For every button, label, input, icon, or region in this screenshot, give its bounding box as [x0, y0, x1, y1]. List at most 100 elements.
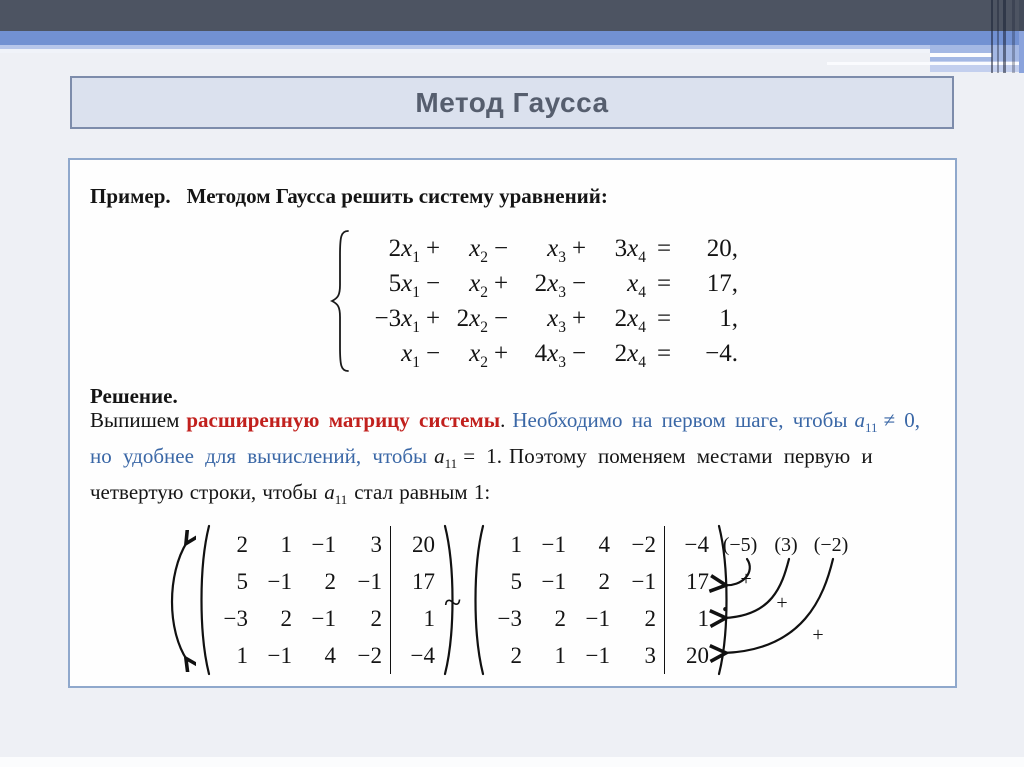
- equation-cell: −: [425, 340, 441, 367]
- matrix-cell: 20: [390, 526, 442, 563]
- header-right-white-line: [930, 53, 992, 57]
- matrix-cell: 4: [598, 532, 611, 557]
- header-vertical-stripe: [1019, 0, 1024, 31]
- matrix-cell: 2: [324, 569, 337, 594]
- header-stripe-white: [0, 49, 950, 53]
- matrix-cell: 1: [390, 600, 442, 637]
- equation-cell: +: [571, 305, 587, 332]
- matrix-cell: 3: [370, 532, 383, 557]
- equation-cell: +: [571, 235, 587, 262]
- math-a11: a11: [434, 444, 458, 472]
- matrix-cell: −4: [390, 637, 442, 674]
- row-operation-arrows: [700, 557, 835, 692]
- header-vertical-stripe: [997, 0, 999, 73]
- equation-cell: 1,: [719, 305, 738, 332]
- footer-strip: [0, 757, 1024, 767]
- left-paren-icon: [474, 524, 485, 676]
- equation-cell: −: [493, 305, 509, 332]
- matrix-cell: −3: [497, 606, 522, 631]
- augmented-matrix-1: 2 1 −1 3 20 5 −1 2 −1 17 −3 2 −1 2 1 1 −1 4 −2 −4: [194, 522, 460, 678]
- header-blue-bar: [0, 31, 1024, 45]
- matrix-cell: −1: [585, 643, 610, 668]
- equation-cell: −: [493, 235, 509, 262]
- matrix-cell: 2: [280, 606, 293, 631]
- equation-cell: =: [656, 270, 672, 297]
- matrix-cell: 1: [236, 643, 249, 668]
- equation-system: 2x1 + x2− x3 +3x4 = 20, 5x1− x2 +2x3− x4 = 17, −3x1 +2…: [328, 228, 738, 374]
- equation-cell: +: [493, 270, 509, 297]
- content-panel: Пример. Методом Гаусса решить систему ура…: [68, 158, 957, 688]
- header-right-white-line-2: [827, 62, 1024, 65]
- math-condition: = 1.: [463, 444, 503, 468]
- equation-cell: x1: [401, 340, 420, 371]
- row-swap-arrow: [170, 530, 196, 672]
- matrix-cell: −1: [541, 569, 566, 594]
- matrix-cell: −3: [223, 606, 248, 631]
- matrix-cell: 1: [510, 532, 523, 557]
- solution-label: Решение.: [90, 384, 178, 408]
- equation-cell: +: [493, 340, 509, 367]
- matrix-cell: 17: [390, 563, 442, 600]
- equation-cell: 17,: [706, 270, 738, 297]
- text-black: стал равным 1:: [354, 480, 491, 504]
- equation-cell: 20,: [706, 235, 738, 262]
- example-task-text: Методом Гаусса решить систему уравнений:: [186, 184, 608, 208]
- matrix-cell: 1: [554, 643, 567, 668]
- equation-cell: =: [656, 305, 672, 332]
- matrix-cell: 2: [598, 569, 611, 594]
- equation-row: 2x1 + x2− x3 +3x4 = 20,: [360, 231, 738, 266]
- header-vertical-stripe: [1019, 31, 1024, 73]
- equation-cell: −4.: [705, 340, 738, 367]
- equation-cell: 2x4: [614, 340, 646, 371]
- equation-cell: x2: [469, 340, 488, 371]
- equation-cell: 4x3: [534, 340, 566, 371]
- matrix-cell: 2: [370, 606, 383, 631]
- equation-cell: =: [656, 340, 672, 367]
- header-vertical-stripe: [991, 0, 993, 73]
- equation-cell: +: [425, 235, 441, 262]
- augmented-matrix-2: 1 −1 4 −2 −4 5 −1 2 −1 17 −3 2 −1 2 1 2 1 −1 3 20: [468, 522, 734, 678]
- equation-cell: −: [571, 270, 587, 297]
- curly-brace-icon: [329, 230, 349, 372]
- text-blue: Необходимо на первом шаге, чтобы: [512, 408, 848, 432]
- matrix-cell: −1: [631, 569, 656, 594]
- text-black: Выпишем: [90, 408, 180, 432]
- equation-row: −3x1 +2x2− x3 +2x4 = 1,: [360, 301, 738, 336]
- text-black: четвертую строки, чтобы: [90, 480, 318, 504]
- left-paren-icon: [200, 524, 211, 676]
- matrix-grid: 1 −1 4 −2 −4 5 −1 2 −1 17 −3 2 −1 2 1 2 1 −1 3 20: [486, 526, 716, 674]
- matrix-cell: 3: [644, 643, 657, 668]
- example-label: Пример.: [90, 184, 171, 208]
- matrix-cell: −1: [267, 569, 292, 594]
- text-black: Поэтому поменяем местами первую и: [509, 444, 873, 468]
- equation-row: 5x1− x2 +2x3− x4 = 17,: [360, 266, 738, 301]
- matrix-cell: 2: [510, 643, 523, 668]
- matrix-grid: 2 1 −1 3 20 5 −1 2 −1 17 −3 2 −1 2 1 1 −1 4 −2 −4: [212, 526, 442, 674]
- matrix-cell: −1: [311, 606, 336, 631]
- matrix-cell: 5: [236, 569, 249, 594]
- solution-paragraph-line-2: но удобнее для вычислений, чтобы a11 = 1. П…: [90, 444, 940, 472]
- solution-paragraph-line-1: Выпишем расширенную матрицу системы. Необх…: [90, 408, 940, 436]
- matrix-cell: 5: [510, 569, 523, 594]
- matrix-cell: −1: [311, 532, 336, 557]
- matrix-cell: −1: [585, 606, 610, 631]
- header-dark-bar: [0, 0, 1024, 31]
- slide-title-box: Метод Гаусса: [70, 76, 954, 129]
- matrix-cell: −2: [357, 643, 382, 668]
- matrix-cell: 1: [280, 532, 293, 557]
- math-a11: a11: [324, 480, 348, 508]
- header-vertical-stripe: [1012, 0, 1015, 73]
- math-condition: ≠ 0,: [883, 408, 921, 432]
- text-blue: но удобнее для вычислений, чтобы: [90, 444, 428, 468]
- matrix-cell: 2: [236, 532, 249, 557]
- matrix-cell: 2: [644, 606, 657, 631]
- matrix-cell: −2: [631, 532, 656, 557]
- text-dot: .: [500, 408, 506, 432]
- example-heading-line: Пример. Методом Гаусса решить систему ура…: [90, 184, 608, 209]
- equation-cell: −: [571, 340, 587, 367]
- equation-rows: 2x1 + x2− x3 +3x4 = 20, 5x1− x2 +2x3− x4 = 17, −3x1 +2…: [360, 231, 738, 371]
- equation-cell: −: [425, 270, 441, 297]
- math-a11: a11: [854, 408, 878, 436]
- text-red-highlight: расширенную матрицу системы: [186, 408, 501, 432]
- equation-cell: +: [425, 305, 441, 332]
